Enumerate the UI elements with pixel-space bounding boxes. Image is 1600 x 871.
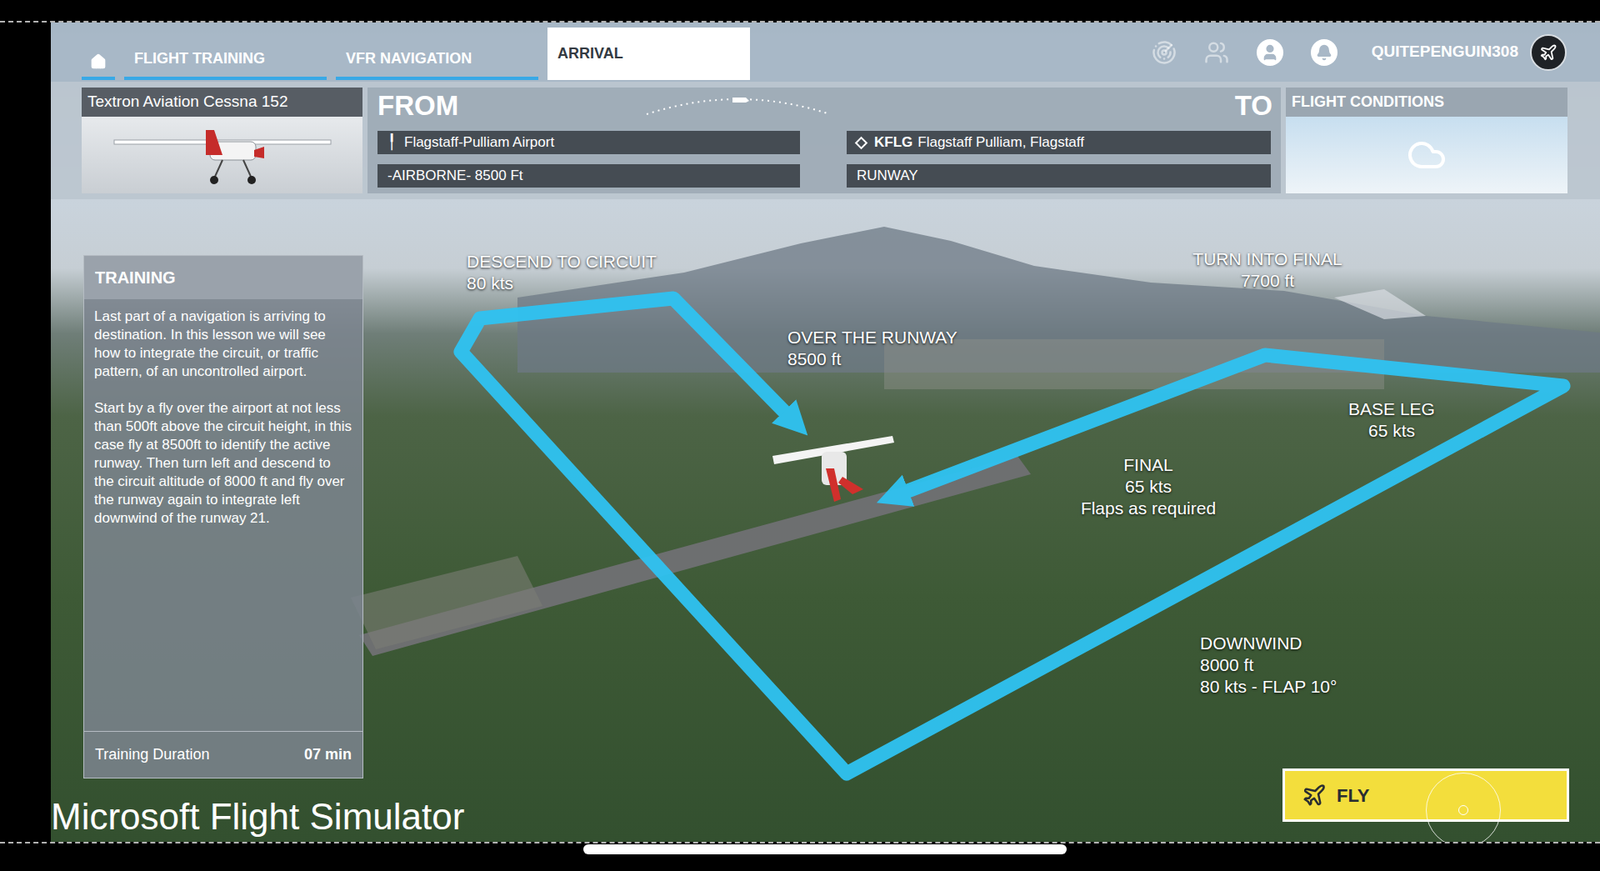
to-label: TO [1235,89,1273,123]
pin-icon: ╿ [387,131,396,154]
conditions-title: FLIGHT CONDITIONS [1285,87,1568,117]
tab[interactable]: ARRIVAL [547,27,750,80]
screen: DESCEND TO CIRCUIT80 kts OVER THE RUNWAY8… [0,0,1600,871]
circuit-label: FINAL65 ktsFlaps as required [1080,454,1216,520]
home-tab[interactable] [81,22,115,82]
home-icon [90,53,107,70]
bell-icon [1315,44,1333,61]
notifications-button[interactable] [1310,39,1338,66]
training-duration: Training Duration07 min [84,730,363,778]
to-start: RUNWAY [846,164,1271,188]
airplane-icon [772,435,895,502]
watermark: Microsoft Flight Simulator [50,795,465,838]
avatar[interactable] [1530,34,1567,71]
circuit-label: OVER THE RUNWAY8500 ft [787,326,958,370]
bottom-strip [0,841,1600,871]
waypoint-icon [855,135,869,150]
from-start: -AIRBORNE- 8500 Ft [377,164,800,188]
training-title: TRAINING [84,255,363,300]
left-strip [0,22,51,842]
aircraft-card[interactable]: Textron Aviation Cessna 152 [81,87,363,194]
apron [350,555,543,650]
plane-icon [1301,782,1327,808]
from-label: FROM [377,89,459,123]
touch-ring [1425,772,1501,842]
tab[interactable]: FLIGHT TRAINING [124,22,327,82]
cessna-icon [97,121,348,189]
training-text: Last part of a navigation is arriving to… [84,299,363,731]
avatar-icon [1539,43,1558,62]
nav-right: QUITEPENGUIN308 [1151,22,1600,82]
training-panel: TRAININGLast part of a navigation is arr… [83,255,364,779]
from-airport: ╿Flagstaff-Pulliam Airport [377,130,800,155]
tabs: FLIGHT TRAININGVFR NAVIGATIONARRIVAL [124,22,750,82]
circuit-label: TURN INTO FINAL7700 ft [1192,248,1342,292]
friends-icon[interactable] [1204,40,1230,65]
game-view: DESCEND TO CIRCUIT80 kts OVER THE RUNWAY8… [50,22,1600,842]
circuit-label: BASE LEG65 kts [1348,398,1435,442]
aircraft-name: Textron Aviation Cessna 152 [81,87,363,117]
profile-icon [1260,43,1280,62]
home-indicator[interactable] [583,844,1067,855]
profile-button[interactable] [1256,39,1284,66]
conditions-card[interactable]: FLIGHT CONDITIONS [1285,87,1568,194]
flight-header: Textron Aviation Cessna 152 FROM TO ╿Flagst… [50,81,1600,200]
middle: DESCEND TO CIRCUIT80 kts OVER THE RUNWAY8… [0,22,1600,842]
username[interactable]: QUITEPENGUIN308 [1371,40,1519,65]
top-strip [0,0,1600,23]
route-panel: FROM TO ╿Flagstaff-Pulliam Airport -AIRBORN… [367,87,1281,194]
route-arc-icon [642,90,835,116]
circuit-path [460,298,1564,774]
tab[interactable]: VFR NAVIGATION [335,22,539,82]
nav-bar: FLIGHT TRAININGVFR NAVIGATIONARRIVAL QUIT… [50,22,1600,82]
circuit-label: DOWNWIND8000 ft80 kts - FLAP 10° [1200,632,1337,698]
content: FLIGHT TRAININGVFR NAVIGATIONARRIVAL QUIT… [50,22,1600,779]
mountain-snow [1334,289,1426,320]
activity-icon[interactable] [1151,40,1177,65]
to-airport: KFLGFlagstaff Pulliam, Flagstaff [846,130,1271,155]
cloud-icon [1406,135,1447,175]
circuit-label: DESCEND TO CIRCUIT80 kts [466,250,657,295]
